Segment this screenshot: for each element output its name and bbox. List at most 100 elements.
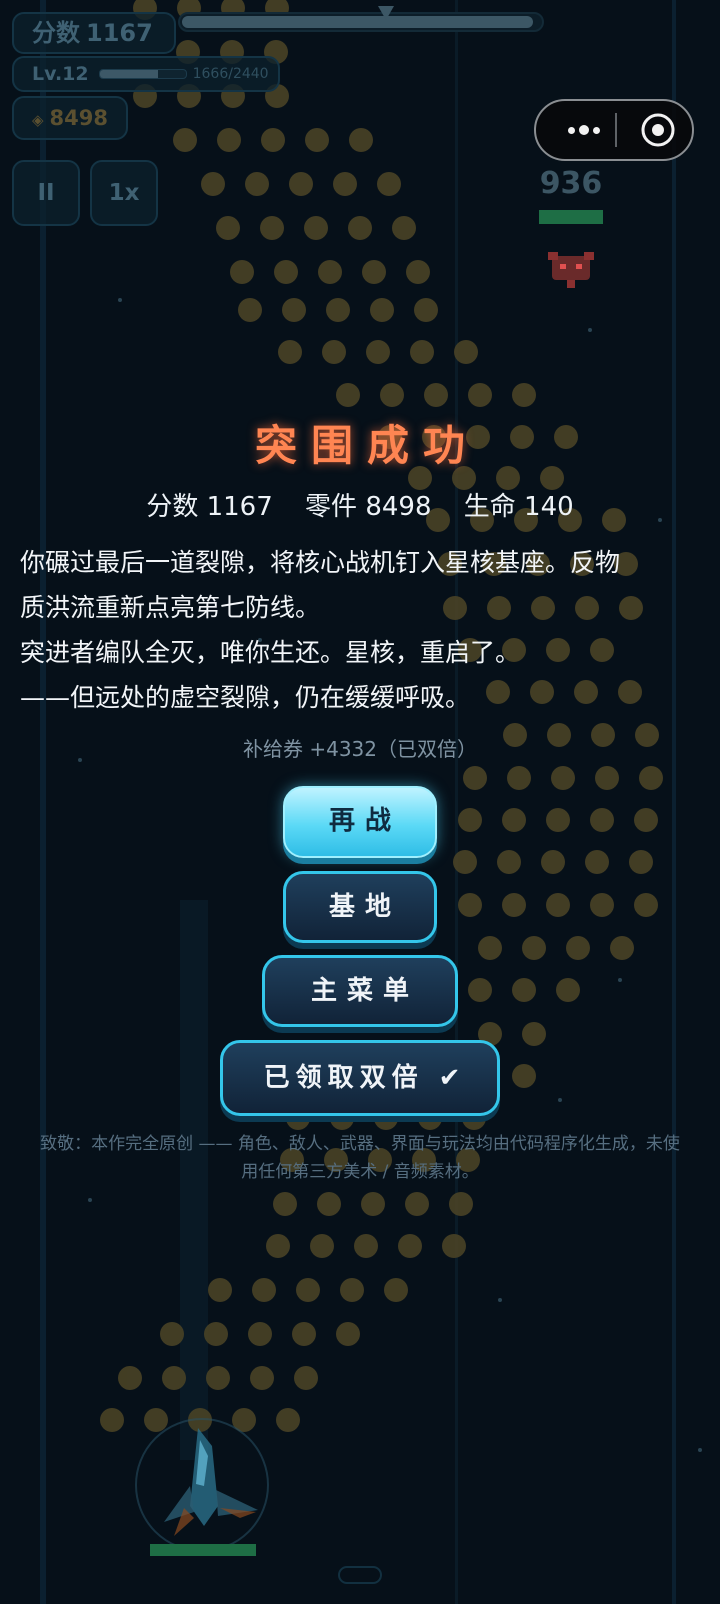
xp-text: 1666/2440 bbox=[192, 66, 269, 82]
diamond-icon: ◈ bbox=[32, 111, 44, 129]
story-line: ——但远处的虚空裂隙，仍在缓缓呼吸。 bbox=[20, 683, 471, 712]
stage-progress-bar bbox=[178, 6, 544, 32]
coin-dot bbox=[326, 298, 350, 322]
coin-dot bbox=[414, 298, 438, 322]
mini-program-capsule bbox=[534, 99, 694, 161]
coin-dot bbox=[282, 298, 306, 322]
coin-dot bbox=[634, 808, 658, 832]
coin-dot bbox=[162, 1366, 186, 1390]
score-label: 分数 bbox=[32, 19, 80, 47]
coin-dot bbox=[405, 1192, 429, 1216]
coin-dot bbox=[238, 298, 262, 322]
coin-dot bbox=[349, 128, 373, 152]
coin-dot bbox=[118, 1366, 142, 1390]
main-menu-button[interactable]: 主菜单 bbox=[262, 955, 458, 1027]
reward-text: 补给券 +4332（已双倍） bbox=[242, 737, 477, 761]
capsule-divider bbox=[615, 113, 617, 147]
coin-dot bbox=[204, 1322, 228, 1346]
coin-dot bbox=[629, 850, 653, 874]
coin-dot bbox=[449, 1192, 473, 1216]
home-indicator bbox=[338, 1566, 382, 1584]
coin-dot bbox=[278, 340, 302, 364]
coin-dot bbox=[304, 216, 328, 240]
progress-marker-icon bbox=[378, 6, 394, 20]
coin-dot bbox=[362, 260, 386, 284]
coin-dot bbox=[502, 893, 526, 917]
coin-dot bbox=[273, 1192, 297, 1216]
coin-dot bbox=[595, 766, 619, 790]
coin-dot bbox=[454, 340, 478, 364]
coin-dot bbox=[289, 172, 313, 196]
retry-button[interactable]: 再战 bbox=[283, 786, 437, 858]
coin-dot bbox=[556, 978, 580, 1002]
coin-dot bbox=[274, 260, 298, 284]
coin-dot bbox=[266, 1234, 290, 1258]
star-dot bbox=[88, 1198, 92, 1202]
coin-dot bbox=[305, 128, 329, 152]
coin-dot bbox=[361, 1192, 385, 1216]
coin-dot bbox=[336, 383, 360, 407]
coin-dot bbox=[296, 1278, 320, 1302]
coin-dot bbox=[322, 340, 346, 364]
coin-dot bbox=[294, 1366, 318, 1390]
coin-dot bbox=[336, 1322, 360, 1346]
coin-dot bbox=[458, 808, 482, 832]
coin-dot bbox=[250, 1366, 274, 1390]
coin-dot bbox=[260, 216, 284, 240]
level-label: Lv.12 bbox=[32, 63, 89, 85]
credit-line: 致敬：本作完全原创 —— 角色、敌人、武器、界面与玩法均由代码程序化生成，未使 bbox=[40, 1134, 680, 1154]
coin-dot bbox=[230, 260, 254, 284]
coin-dot bbox=[566, 936, 590, 960]
coin-dot bbox=[512, 1064, 536, 1088]
coin-dot bbox=[541, 850, 565, 874]
speed-button[interactable]: 1x bbox=[90, 160, 158, 226]
star-dot bbox=[558, 1098, 562, 1102]
star-dot bbox=[498, 1298, 502, 1302]
target-close-icon[interactable] bbox=[639, 111, 677, 149]
result-stats: 分数 1167 零件 8498 生命 140 bbox=[0, 486, 720, 523]
more-dots-icon[interactable] bbox=[556, 101, 612, 159]
coin-dot bbox=[551, 766, 575, 790]
coin-dot bbox=[410, 340, 434, 364]
coin-dot bbox=[348, 216, 372, 240]
coin-dot bbox=[245, 172, 269, 196]
coin-dot bbox=[252, 1278, 276, 1302]
star-dot bbox=[118, 298, 122, 302]
enemy-hp-bar bbox=[539, 210, 603, 224]
coin-dot bbox=[354, 1234, 378, 1258]
coin-dot bbox=[512, 383, 536, 407]
story-line: 突进者编队全灭，唯你生还。星核，重启了。 bbox=[20, 638, 521, 667]
coin-dot bbox=[507, 766, 531, 790]
coin-dot bbox=[292, 1322, 316, 1346]
coin-dot bbox=[377, 172, 401, 196]
base-button[interactable]: 基地 bbox=[283, 871, 437, 943]
coin-dot bbox=[512, 978, 536, 1002]
coin-dot bbox=[248, 1322, 272, 1346]
coin-dot bbox=[398, 1234, 422, 1258]
pause-button[interactable]: II bbox=[12, 160, 80, 226]
coin-dot bbox=[208, 1278, 232, 1302]
stat-parts: 零件 8498 bbox=[305, 492, 432, 522]
coin-dot bbox=[442, 1234, 466, 1258]
coin-dot bbox=[206, 1366, 230, 1390]
coin-dot bbox=[380, 383, 404, 407]
coin-dot bbox=[392, 216, 416, 240]
double-claimed-button[interactable]: 已领取双倍 ✔ bbox=[220, 1040, 500, 1116]
coin-dot bbox=[590, 808, 614, 832]
coin-dot bbox=[522, 1022, 546, 1046]
coin-dot bbox=[217, 128, 241, 152]
coin-dot bbox=[173, 128, 197, 152]
enemy-hp-value: 936 bbox=[539, 166, 603, 201]
result-story: 你碾过最后一道裂隙，将核心战机钉入星核基座。反物 质洪流重新点亮第七防线。 突进… bbox=[20, 540, 710, 720]
xp-bar bbox=[98, 69, 187, 79]
coin-dot bbox=[468, 978, 492, 1002]
stage-progress-fill bbox=[182, 16, 533, 28]
star-dot bbox=[618, 978, 622, 982]
coin-dot bbox=[634, 893, 658, 917]
coin-dot bbox=[317, 1192, 341, 1216]
star-dot bbox=[588, 328, 592, 332]
coin-dot bbox=[384, 1278, 408, 1302]
coin-dot bbox=[585, 850, 609, 874]
coin-dot bbox=[160, 1322, 184, 1346]
story-line: 你碾过最后一道裂隙，将核心战机钉入星核基座。反物 bbox=[20, 548, 621, 577]
